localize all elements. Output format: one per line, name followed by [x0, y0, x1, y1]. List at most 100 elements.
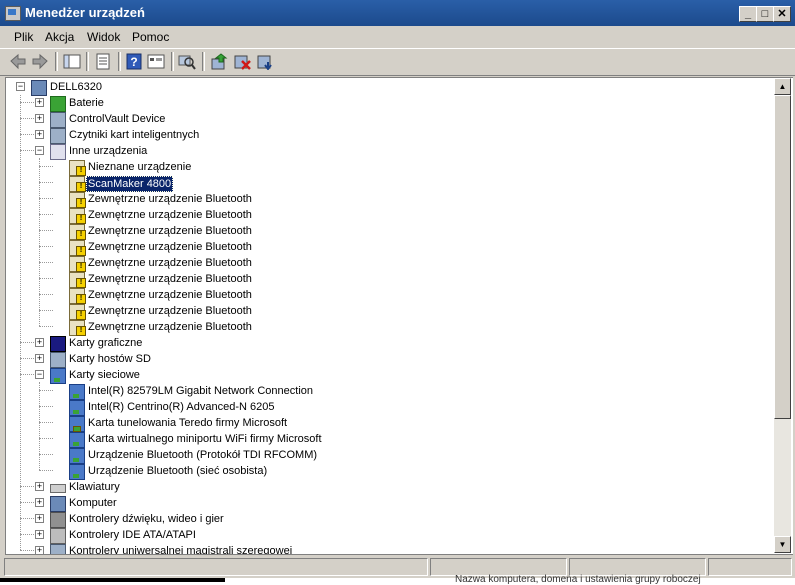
network-adapter-icon: [50, 368, 66, 384]
device-label: Zewnętrzne urządzenie Bluetooth: [88, 321, 252, 333]
menu-widok[interactable]: Widok: [87, 30, 120, 44]
maximize-button[interactable]: □: [756, 6, 774, 22]
tree-category[interactable]: + Karty graficzne: [6, 335, 766, 352]
tree-connector: [39, 390, 53, 391]
expand-button[interactable]: +: [35, 354, 44, 363]
device-label: Urządzenie Bluetooth (sieć osobista): [88, 465, 268, 477]
device-label: Intel(R) 82579LM Gigabit Network Connect…: [88, 385, 314, 397]
collapse-button[interactable]: −: [16, 82, 25, 91]
collapse-button[interactable]: −: [35, 370, 44, 379]
properties-icon[interactable]: [94, 53, 112, 70]
tree-item[interactable]: Zewnętrzne urządzenie Bluetooth: [6, 239, 766, 256]
network-adapter-icon: [69, 384, 85, 400]
warning-device-icon: [69, 176, 86, 192]
tree-connector: [39, 454, 53, 455]
tree-item[interactable]: Zewnętrzne urządzenie Bluetooth: [6, 271, 766, 288]
tree-connector: [39, 278, 53, 279]
tree-category[interactable]: + Kontrolery uniwersalnej magistrali szer…: [6, 543, 766, 555]
minimize-button[interactable]: _: [739, 6, 757, 22]
tree-category[interactable]: + Kontrolery IDE ATA/ATAPI: [6, 527, 766, 544]
menu-akcja[interactable]: Akcja: [45, 30, 74, 44]
title-bar[interactable]: Menedżer urządzeń _ □ ✕: [0, 0, 795, 26]
tree-connector: [20, 342, 34, 343]
category-label: Karty sieciowe: [69, 369, 140, 381]
tree-item[interactable]: Zewnętrzne urządzenie Bluetooth: [6, 255, 766, 272]
tree-item[interactable]: Zewnętrzne urządzenie Bluetooth: [6, 319, 766, 336]
category-label: Kontrolery uniwersalnej magistrali szere…: [69, 545, 293, 555]
background-window-edge: [0, 578, 225, 582]
tree-item[interactable]: Nieznane urządzenie: [6, 159, 766, 176]
tree-connector: [39, 310, 53, 311]
unknown-device-icon: [50, 144, 66, 160]
menu-plik[interactable]: Plik: [14, 30, 33, 44]
tree-item[interactable]: Intel(R) Centrino(R) Advanced-N 6205: [6, 399, 766, 416]
show-hide-tree-icon[interactable]: [63, 53, 81, 70]
tree-item[interactable]: Zewnętrzne urządzenie Bluetooth: [6, 303, 766, 320]
tree-item[interactable]: Zewnętrzne urządzenie Bluetooth: [6, 207, 766, 224]
tree-connector: [20, 95, 21, 550]
device-label: Zewnętrzne urządzenie Bluetooth: [88, 225, 252, 237]
tree-category[interactable]: + ControlVault Device: [6, 111, 766, 128]
svg-text:?: ?: [130, 55, 137, 69]
tree-item[interactable]: Karta wirtualnego miniportu WiFi firmy M…: [6, 431, 766, 448]
device-manager-window: Menedżer urządzeń _ □ ✕ Plik Akcja Widok…: [0, 0, 795, 585]
tree-item-selected[interactable]: ScanMaker 4800: [6, 175, 766, 192]
tree-item[interactable]: Karta tunelowania Teredo firmy Microsoft: [6, 415, 766, 432]
tree-category[interactable]: + Czytniki kart inteligentnych: [6, 127, 766, 144]
expand-button[interactable]: +: [35, 130, 44, 139]
expand-button[interactable]: +: [35, 530, 44, 539]
tree-item[interactable]: Urządzenie Bluetooth (sieć osobista): [6, 463, 766, 480]
tree-connector: [20, 502, 34, 503]
uninstall-device-icon[interactable]: [256, 53, 274, 70]
tree-category[interactable]: + Karty hostów SD: [6, 351, 766, 368]
tree-item[interactable]: Intel(R) 82579LM Gigabit Network Connect…: [6, 383, 766, 400]
network-adapter-icon: [69, 416, 85, 432]
sd-host-icon: [50, 352, 66, 368]
category-label: Kontrolery IDE ATA/ATAPI: [69, 529, 196, 541]
tree-connector: [39, 230, 53, 231]
device-label: Karta wirtualnego miniportu WiFi firmy M…: [88, 433, 322, 445]
tree-item[interactable]: Zewnętrzne urządzenie Bluetooth: [6, 223, 766, 240]
scan-hardware-icon[interactable]: [178, 53, 196, 70]
tree-item[interactable]: Zewnętrzne urządzenie Bluetooth: [6, 287, 766, 304]
tree-category[interactable]: + Klawiatury: [6, 479, 766, 495]
tree-root[interactable]: − DELL6320: [6, 79, 766, 96]
collapse-button[interactable]: −: [35, 146, 44, 155]
help-icon[interactable]: ?: [125, 53, 143, 70]
expand-button[interactable]: +: [35, 338, 44, 347]
tree-connector: [39, 198, 53, 199]
expand-button[interactable]: +: [35, 98, 44, 107]
forward-icon[interactable]: [31, 53, 49, 70]
tree-connector: [39, 422, 53, 423]
disable-device-icon[interactable]: [233, 53, 251, 70]
tree-category[interactable]: + Baterie: [6, 95, 766, 112]
tree-category[interactable]: − Inne urządzenia: [6, 143, 766, 160]
tree-category[interactable]: − Karty sieciowe: [6, 367, 766, 384]
back-icon[interactable]: [9, 53, 27, 70]
view-icon[interactable]: [147, 53, 165, 70]
update-driver-icon[interactable]: [210, 53, 228, 70]
tree-category[interactable]: + Komputer: [6, 495, 766, 512]
device-icon: [50, 112, 66, 128]
vertical-scrollbar[interactable]: ▲ ▼: [774, 78, 791, 553]
device-label: Urządzenie Bluetooth (Protokół TDI RFCOM…: [88, 449, 318, 461]
scroll-thumb[interactable]: [774, 95, 791, 419]
tree-connector: [39, 246, 53, 247]
tree-item[interactable]: Urządzenie Bluetooth (Protokół TDI RFCOM…: [6, 447, 766, 464]
warning-device-icon: [69, 192, 86, 208]
menu-pomoc[interactable]: Pomoc: [132, 30, 169, 44]
expand-button[interactable]: +: [35, 482, 44, 491]
background-caption: Nazwa komputera, domena i ustawienia gru…: [455, 574, 701, 585]
tree-item[interactable]: Zewnętrzne urządzenie Bluetooth: [6, 191, 766, 208]
tree-connector: [20, 534, 34, 535]
scroll-down-button[interactable]: ▼: [774, 536, 791, 553]
close-button[interactable]: ✕: [773, 6, 791, 22]
scroll-up-button[interactable]: ▲: [774, 78, 791, 95]
device-tree[interactable]: − DELL6320 + Baterie + ControlVault Device + Cz…: [5, 77, 793, 555]
tree-connector: [39, 382, 40, 470]
expand-button[interactable]: +: [35, 514, 44, 523]
tree-category[interactable]: + Kontrolery dźwięku, wideo i gier: [6, 511, 766, 528]
expand-button[interactable]: +: [35, 114, 44, 123]
expand-button[interactable]: +: [35, 546, 44, 554]
expand-button[interactable]: +: [35, 498, 44, 507]
